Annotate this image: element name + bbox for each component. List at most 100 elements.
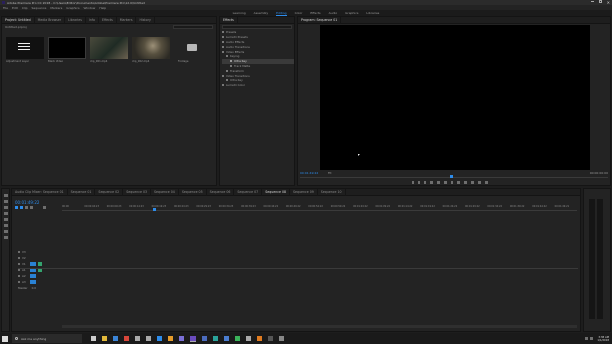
playhead-marker[interactable] bbox=[450, 175, 453, 178]
project-item-clip-b[interactable] bbox=[132, 37, 170, 59]
tab-sequence[interactable]: Sequence 03 bbox=[123, 188, 152, 196]
start-button[interactable] bbox=[2, 335, 8, 342]
tab-info[interactable]: Info bbox=[86, 16, 99, 24]
extract-icon[interactable] bbox=[464, 181, 467, 184]
timeline-timecode[interactable]: 00:01:49:22 bbox=[15, 200, 39, 205]
project-item-adjustment[interactable] bbox=[6, 37, 44, 59]
network-icon[interactable] bbox=[585, 337, 589, 340]
timeline-scrollbar[interactable] bbox=[62, 325, 577, 328]
search-box[interactable]: Ask me anything bbox=[12, 334, 82, 343]
photoshop-icon[interactable] bbox=[157, 336, 162, 341]
track-source-patch[interactable] bbox=[29, 274, 36, 278]
tab-effects-small[interactable]: Effects bbox=[99, 16, 117, 24]
lock-icon[interactable] bbox=[18, 275, 20, 277]
tab-sequence[interactable]: Sequence 02 bbox=[95, 188, 124, 196]
menu-edit[interactable]: Edit bbox=[12, 6, 18, 10]
tab-markers[interactable]: Markers bbox=[117, 16, 137, 24]
maximize-button[interactable] bbox=[599, 0, 602, 3]
tab-project[interactable]: Project: Untitled bbox=[2, 16, 35, 24]
spotify-icon[interactable] bbox=[235, 336, 240, 341]
tab-sequence[interactable]: Sequence 09 bbox=[290, 188, 318, 196]
track-select-tool-icon[interactable] bbox=[4, 200, 8, 203]
tab-sequence-active[interactable]: Sequence 08 bbox=[262, 188, 290, 196]
menu-graphics[interactable]: Graphics bbox=[66, 6, 79, 10]
file-explorer-icon[interactable] bbox=[102, 336, 107, 341]
track-source-patch[interactable] bbox=[29, 262, 36, 266]
audition-icon[interactable] bbox=[213, 336, 218, 341]
tab-sequence[interactable]: Sequence 04 bbox=[151, 188, 179, 196]
menu-window[interactable]: Window bbox=[84, 6, 96, 10]
tab-sequence[interactable]: Sequence 05 bbox=[179, 188, 207, 196]
tab-program[interactable]: Program: Sequence 01 bbox=[298, 16, 342, 24]
tab-sequence[interactable]: Sequence 10 bbox=[318, 188, 346, 196]
menu-markers[interactable]: Markers bbox=[50, 6, 62, 10]
program-timecode[interactable]: 00:01:49:22 bbox=[300, 171, 318, 175]
track-source-patch[interactable] bbox=[29, 280, 36, 284]
tree-item[interactable]: Lumetri Color bbox=[222, 83, 294, 88]
menu-help[interactable]: Help bbox=[99, 6, 106, 10]
lock-icon[interactable] bbox=[18, 263, 20, 265]
lock-icon[interactable] bbox=[18, 281, 20, 283]
mark-in-icon[interactable] bbox=[412, 181, 414, 184]
settings-icon[interactable] bbox=[30, 206, 33, 209]
effects-search[interactable] bbox=[222, 25, 292, 29]
clock[interactable]: 3:38 AM 1/1/2018 bbox=[597, 336, 609, 342]
workspace-graphics[interactable]: Graphics bbox=[345, 11, 358, 15]
workspace-color[interactable]: Color bbox=[295, 11, 303, 15]
folder-icon[interactable] bbox=[187, 44, 197, 51]
workspace-audio[interactable]: Audio bbox=[329, 11, 338, 15]
workspace-learning[interactable]: Learning bbox=[233, 11, 246, 15]
timeline-ruler[interactable]: 00:00 00:00:04:23 00:00:09:23 00:00:14:23 00… bbox=[62, 203, 577, 211]
premiere-icon[interactable] bbox=[190, 335, 196, 342]
tab-sequence[interactable]: Sequence 07 bbox=[234, 188, 263, 196]
task-view-icon[interactable] bbox=[91, 336, 96, 341]
mail-icon[interactable] bbox=[146, 336, 151, 341]
tab-history[interactable]: History bbox=[136, 16, 155, 24]
illustrator-icon[interactable] bbox=[168, 336, 173, 341]
lift-icon[interactable] bbox=[457, 181, 460, 184]
settings-icon[interactable] bbox=[279, 336, 284, 341]
notepad-icon[interactable] bbox=[246, 336, 251, 341]
settings-icon[interactable] bbox=[485, 181, 488, 184]
terminal-icon[interactable] bbox=[268, 336, 273, 341]
minimize-button[interactable] bbox=[591, 1, 594, 2]
selection-tool-icon[interactable] bbox=[4, 194, 8, 197]
after-effects-icon[interactable] bbox=[179, 336, 184, 341]
timeline-playhead[interactable] bbox=[153, 208, 156, 211]
workspace-editing[interactable]: Editing bbox=[276, 11, 287, 16]
step-back-icon[interactable] bbox=[430, 181, 433, 184]
step-forward-icon[interactable] bbox=[444, 181, 447, 184]
hand-tool-icon[interactable] bbox=[4, 230, 8, 233]
tab-sequence[interactable]: Audio Clip Mixer: Sequence 01 bbox=[12, 188, 68, 196]
menu-file[interactable]: File bbox=[3, 6, 8, 10]
mark-out-icon[interactable] bbox=[418, 181, 420, 184]
type-tool-icon[interactable] bbox=[4, 236, 8, 239]
media-encoder-icon[interactable] bbox=[202, 336, 207, 341]
lock-icon[interactable] bbox=[18, 251, 20, 253]
add-marker-icon[interactable] bbox=[25, 206, 28, 209]
captions-icon[interactable] bbox=[43, 206, 46, 209]
compare-icon[interactable] bbox=[478, 181, 481, 184]
search-field[interactable] bbox=[173, 25, 213, 29]
vlc-icon[interactable] bbox=[257, 336, 262, 341]
go-to-in-icon[interactable] bbox=[424, 181, 426, 184]
lightroom-icon[interactable] bbox=[224, 336, 229, 341]
track-target[interactable] bbox=[37, 262, 42, 266]
pen-tool-icon[interactable] bbox=[4, 224, 8, 227]
store-icon[interactable] bbox=[135, 336, 140, 341]
master-volume[interactable]: 0.0 bbox=[32, 286, 36, 290]
lock-icon[interactable] bbox=[18, 269, 20, 271]
menu-sequence[interactable]: Sequence bbox=[32, 6, 47, 10]
playhead-bar[interactable] bbox=[300, 177, 608, 178]
workspace-libraries[interactable]: Libraries bbox=[366, 11, 379, 15]
fit-dropdown[interactable]: Fit bbox=[328, 171, 332, 175]
slip-tool-icon[interactable] bbox=[4, 218, 8, 221]
go-to-out-icon[interactable] bbox=[451, 181, 453, 184]
tab-sequence[interactable]: Sequence 06 bbox=[207, 188, 235, 196]
menu-clip[interactable]: Clip bbox=[22, 6, 28, 10]
project-item-black-video[interactable] bbox=[48, 37, 86, 59]
linked-selection-icon[interactable] bbox=[20, 206, 23, 209]
export-frame-icon[interactable] bbox=[471, 181, 474, 184]
workspace-effects[interactable]: Effects bbox=[310, 11, 320, 15]
snap-icon[interactable] bbox=[15, 206, 18, 209]
